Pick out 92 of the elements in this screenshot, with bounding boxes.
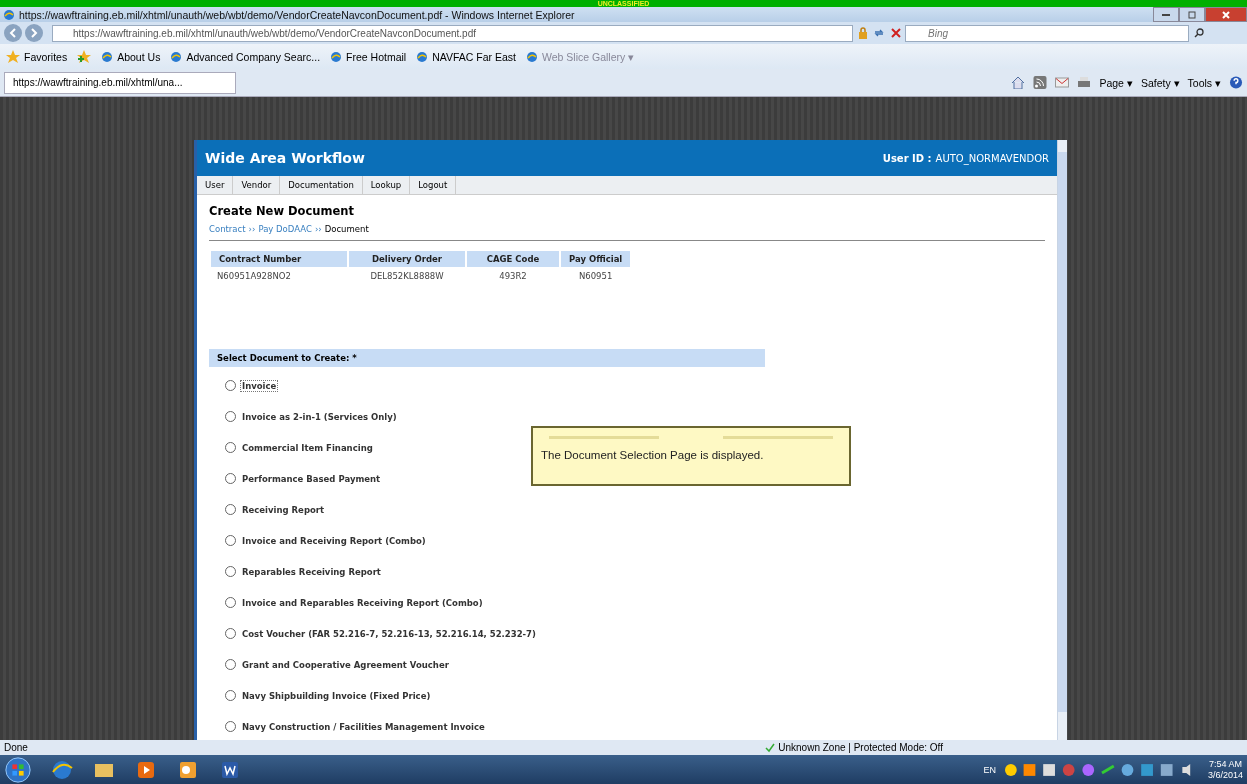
globe-icon xyxy=(416,50,429,63)
option-label[interactable]: Navy Shipbuilding Invoice (Fixed Price) xyxy=(240,689,433,702)
breadcrumb-separator: ›› xyxy=(248,224,256,234)
refresh-icon[interactable] xyxy=(873,27,885,39)
callout-text: The Document Selection Page is displayed. xyxy=(541,449,764,461)
radio-button[interactable] xyxy=(225,504,236,515)
globe-icon xyxy=(330,50,343,63)
close-button[interactable] xyxy=(1205,7,1247,22)
address-bar[interactable]: https://wawftraining.eb.mil/xhtml/unauth/web/wbt/demo/VendorCreateNavconDocument.pdf xyxy=(52,24,853,42)
favorites-link[interactable]: NAVFAC Far East xyxy=(416,50,516,63)
command-menu[interactable]: Page ▾ xyxy=(1099,76,1133,89)
table-cell-text: N60951 xyxy=(577,270,614,283)
menu-item[interactable]: Logout xyxy=(410,176,457,194)
breadcrumb-link[interactable]: Pay DoDAAC xyxy=(258,224,312,234)
back-button[interactable] xyxy=(4,24,22,42)
option-label[interactable]: Invoice xyxy=(240,379,279,392)
search-field[interactable]: Bing xyxy=(905,24,1189,42)
mail-icon[interactable] xyxy=(1055,76,1070,89)
globe-icon xyxy=(170,50,183,63)
window-title: https://wawftraining.eb.mil/xhtml/unauth/web/wbt/demo/VendorCreateNavconDocument.pdf - Windows Internet Explorer xyxy=(19,8,575,21)
option-label[interactable]: Receiving Report xyxy=(240,503,327,516)
radio-button[interactable] xyxy=(225,628,236,639)
table-cell-text: N60951A928NO2 xyxy=(216,270,292,283)
menu-item[interactable]: User xyxy=(197,176,234,194)
option-label[interactable]: Navy Construction / Facilities Management Invoice xyxy=(240,720,487,733)
clock-date: 3/6/2014 xyxy=(1207,769,1243,781)
star-icon xyxy=(6,50,20,63)
option-label[interactable]: Invoice and Receiving Report (Combo) xyxy=(240,534,428,547)
language-indicator[interactable]: EN xyxy=(983,764,996,775)
clock-time: 7:54 AM xyxy=(1208,758,1242,770)
search-icon[interactable] xyxy=(1193,27,1205,39)
globe-icon xyxy=(101,50,114,63)
help-icon[interactable] xyxy=(1229,76,1243,89)
close-icon xyxy=(1221,9,1231,20)
command-menu[interactable]: Safety ▾ xyxy=(1140,76,1180,89)
minimize-icon xyxy=(1162,13,1170,16)
column-header: Pay Official xyxy=(561,251,631,267)
status-text: Done xyxy=(4,742,28,753)
radio-button[interactable] xyxy=(225,411,236,422)
user-id: AUTO_NORMAVENDOR xyxy=(935,152,1049,164)
printer-icon[interactable] xyxy=(1077,76,1092,89)
radio-button[interactable] xyxy=(225,380,236,391)
column-header: Contract Number xyxy=(211,251,347,267)
page-heading: Create New Document xyxy=(209,204,355,218)
favorites-link[interactable]: Free Hotmail xyxy=(330,50,407,63)
option-label[interactable]: Invoice as 2-in-1 (Services Only) xyxy=(240,410,399,423)
add-favorite-icon[interactable] xyxy=(77,50,92,63)
option-label[interactable]: Reparables Receiving Report xyxy=(240,565,383,578)
favorites-link[interactable]: Advanced Company Searc... xyxy=(170,50,321,63)
stop-icon[interactable] xyxy=(890,27,902,39)
radio-button[interactable] xyxy=(225,597,236,608)
radio-button[interactable] xyxy=(225,690,236,701)
menu-item[interactable]: Vendor xyxy=(233,176,281,194)
minimize-button[interactable] xyxy=(1153,7,1179,22)
ie-logo-icon xyxy=(3,8,15,21)
column-header: CAGE Code xyxy=(467,251,559,267)
command-menu[interactable]: Tools ▾ xyxy=(1187,76,1221,89)
user-id-label: User ID : xyxy=(882,152,932,164)
maximize-icon xyxy=(1187,9,1197,20)
section-header: Select Document to Create: * xyxy=(209,349,765,367)
forward-button[interactable] xyxy=(25,24,43,42)
favorites-link[interactable]: About Us xyxy=(101,50,161,63)
breadcrumb-current: Document xyxy=(324,224,369,234)
checkmark-icon xyxy=(765,742,776,753)
home-icon[interactable] xyxy=(1011,76,1026,89)
globe-icon xyxy=(526,50,538,63)
security-zone: Unknown Zone | Protected Mode: Off xyxy=(778,742,943,753)
radio-button[interactable] xyxy=(225,721,236,732)
favorites-button[interactable]: Favorites xyxy=(6,50,68,63)
feed-icon[interactable] xyxy=(1033,76,1048,89)
start-button[interactable] xyxy=(4,755,32,784)
option-label[interactable]: Performance Based Payment xyxy=(240,472,383,485)
column-header: Delivery Order xyxy=(349,251,465,267)
breadcrumb-separator: ›› xyxy=(314,224,322,234)
padlock-icon xyxy=(858,27,868,39)
radio-button[interactable] xyxy=(225,535,236,546)
menu-item[interactable]: Lookup xyxy=(362,176,411,194)
option-label[interactable]: Commercial Item Financing xyxy=(240,441,375,454)
app-title: Wide Area Workflow xyxy=(205,150,365,166)
scrollbar[interactable] xyxy=(1057,140,1067,740)
breadcrumb-link[interactable]: Contract xyxy=(209,224,246,234)
radio-button[interactable] xyxy=(225,442,236,453)
table-cell-text: 493R2 xyxy=(498,270,528,283)
menu-item[interactable]: Documentation xyxy=(280,176,363,194)
option-label[interactable]: Grant and Cooperative Agreement Voucher xyxy=(240,658,451,671)
table-cell-text: DEL852KL8888W xyxy=(369,270,445,283)
radio-button[interactable] xyxy=(225,473,236,484)
radio-button[interactable] xyxy=(225,659,236,670)
option-label[interactable]: Cost Voucher (FAR 52.216-7, 52.216-13, 52.216.14, 52.232-7) xyxy=(240,627,538,640)
browser-tab[interactable]: https://wawftraining.eb.mil/xhtml/una... xyxy=(4,71,236,94)
radio-button[interactable] xyxy=(225,566,236,577)
option-label[interactable]: Invoice and Reparables Receiving Report (Combo) xyxy=(240,596,485,609)
